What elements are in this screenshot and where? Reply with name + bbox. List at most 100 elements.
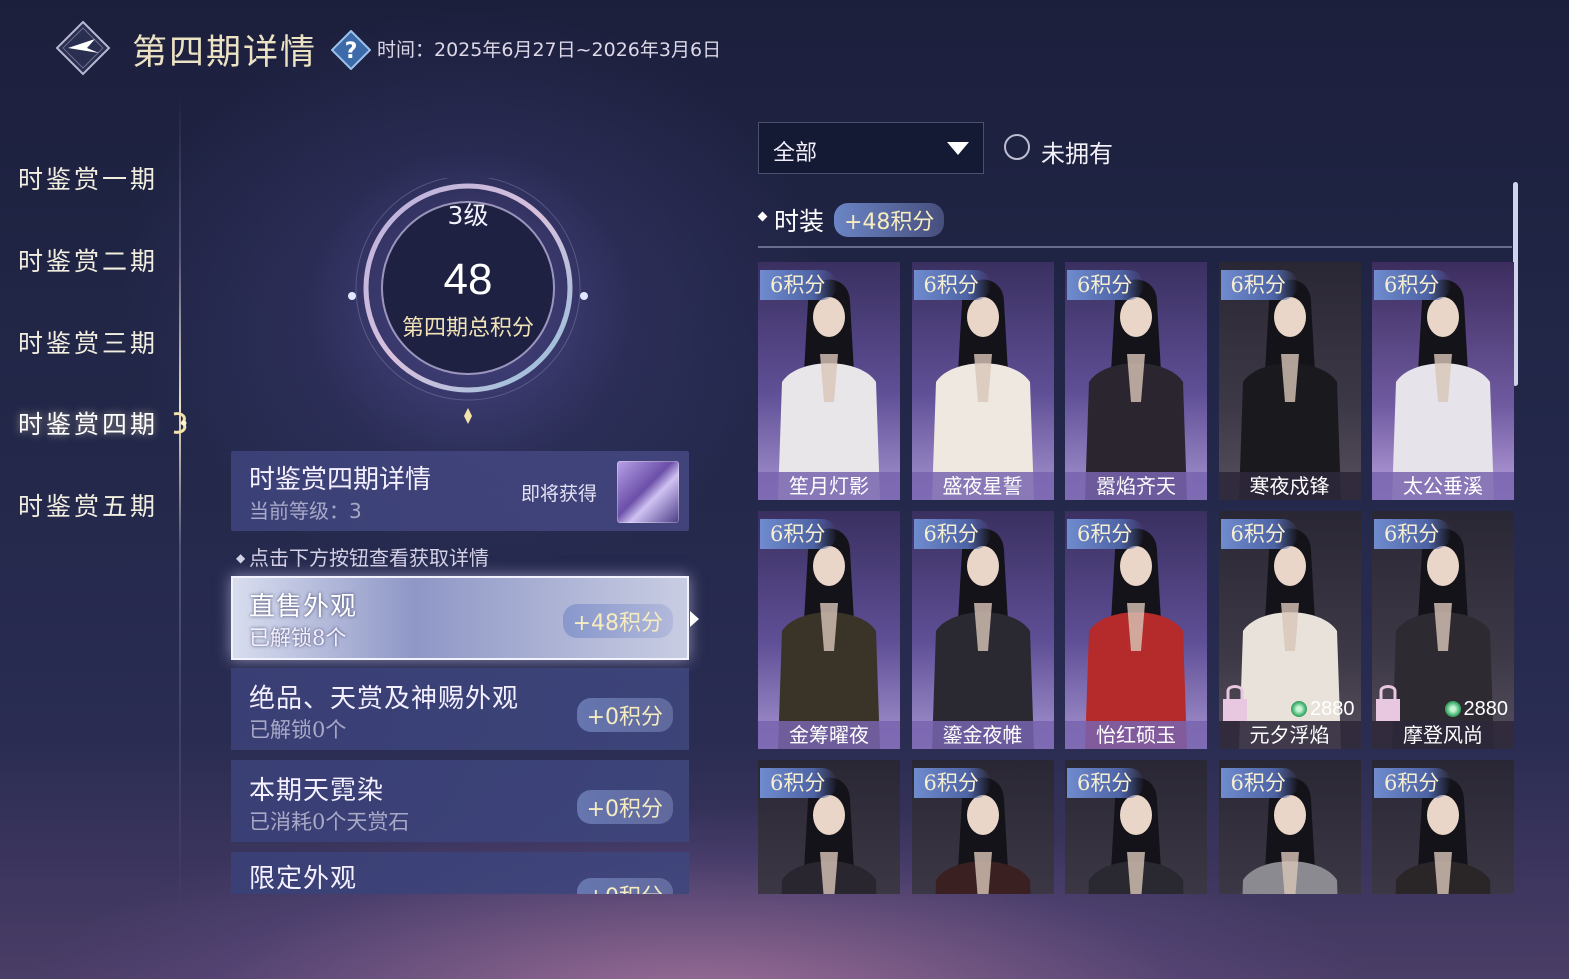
outfit-name-bar: 嚣焰齐天 (1065, 472, 1207, 500)
category-points: +0积分 (576, 878, 673, 894)
upcoming-reward-thumbnail[interactable] (617, 461, 679, 523)
section-title: 时装 (774, 207, 825, 236)
outfit-card[interactable]: 6积分 (758, 760, 900, 894)
outfit-price: 2880 (1444, 698, 1509, 721)
event-date: 时间：2025年6月27日~2026年3月6日 (377, 39, 722, 61)
outfit-name-bar: 摩登风尚 (1372, 721, 1514, 749)
svg-text:?: ? (345, 39, 358, 64)
outfit-name: 元夕浮焰 (1249, 723, 1330, 747)
outfit-card[interactable]: 6积分寒夜戍锋 (1218, 262, 1361, 500)
filter-value: 全部 (773, 141, 818, 166)
period-detail-card[interactable]: 时鉴赏四期详情 当前等级：3 即将获得 (231, 451, 689, 531)
total-score-label: 第四期总积分 (401, 316, 534, 341)
outfit-points-badge: 6积分 (760, 768, 838, 798)
current-level: 当前等级：3 (249, 499, 362, 523)
page-title: 第四期详情 (132, 33, 318, 73)
chevron-down-icon (947, 142, 969, 155)
outfit-card[interactable]: 6积分 (1218, 760, 1361, 894)
lock-icon (1376, 685, 1400, 721)
outfit-card[interactable]: 6积分嚣焰齐天 (1065, 262, 1207, 500)
outfit-points-badge: 6积分 (1067, 519, 1145, 549)
outfit-card[interactable]: 6积分鎏金夜帷 (911, 511, 1054, 749)
outfit-card[interactable]: 6积分盛夜星誓 (911, 262, 1054, 500)
outfit-name: 金筹曜夜 (789, 723, 869, 747)
section-bullet (757, 211, 768, 222)
category-title: 绝品、天赏及神赐外观 (249, 684, 520, 714)
level-text: 3级 (447, 201, 489, 230)
outfit-card[interactable]: 6积分 2880 元夕浮焰 (1218, 511, 1361, 749)
unowned-radio[interactable] (1004, 134, 1030, 160)
outfit-points-badge: 6积分 (913, 270, 991, 300)
outfit-name: 摩登风尚 (1403, 723, 1483, 747)
category-subtitle: 已解锁8个 (249, 626, 347, 650)
jade-currency-icon (1444, 701, 1461, 717)
category-points: +0积分 (576, 698, 673, 732)
outfit-points-badge: 6积分 (760, 270, 838, 300)
outfit-card[interactable]: 6积分 (911, 760, 1054, 894)
category-premium[interactable]: 绝品、天赏及神赐外观 已解锁0个 +0积分 (231, 668, 689, 750)
nav-item-period-4[interactable]: 时鉴赏四期 (18, 405, 158, 441)
total-score: 48 (443, 255, 493, 304)
category-dye[interactable]: 本期天霓染 已消耗0个天赏石 +0积分 (231, 760, 689, 842)
outfit-name: 鎏金夜帷 (942, 723, 1023, 747)
outfit-card[interactable]: 6积分金筹曜夜 (758, 511, 900, 749)
back-button[interactable] (55, 20, 111, 76)
outfit-name: 怡红硕玉 (1096, 723, 1176, 747)
outfit-name-bar: 笙月灯影 (758, 472, 900, 500)
outfit-name-bar: 寒夜戍锋 (1218, 472, 1361, 500)
outfit-grid: 6积分 笙月灯影 6积分 盛夜星誓 6积分 嚣焰齐天 6积分 寒夜戍锋 6积分 太公垂溪 6积分 金筹… (758, 262, 1516, 894)
outfit-name: 盛夜星誓 (942, 474, 1023, 498)
outfit-name: 寒夜戍锋 (1249, 474, 1330, 498)
outfit-points-badge: 6积分 (913, 768, 991, 798)
section-divider (758, 246, 1512, 248)
outfit-points-badge: 6积分 (1374, 519, 1452, 549)
nav-item-period-3[interactable]: 时鉴赏三期 (18, 324, 158, 360)
outfit-price-value: 2880 (1310, 698, 1355, 720)
outfit-price: 2880 (1291, 698, 1355, 721)
category-title: 限定外观 (249, 864, 358, 894)
outfit-name-bar: 盛夜星誓 (911, 472, 1054, 500)
category-subtitle: 已解锁0个 (249, 718, 347, 742)
outfit-points-badge: 6积分 (1374, 270, 1452, 300)
outfit-name: 笙月灯影 (789, 474, 869, 498)
jade-currency-icon (1291, 701, 1307, 717)
lock-icon (1222, 685, 1247, 721)
outfit-name-bar: 太公垂溪 (1372, 472, 1514, 500)
outfit-name-bar: 元夕浮焰 (1218, 721, 1361, 749)
outfit-card[interactable]: 6积分 2880 摩登风尚 (1372, 511, 1514, 749)
hint-text: ◆ 点击下方按钮查看获取详情 (236, 546, 490, 570)
nav-item-period-2[interactable]: 时鉴赏二期 (18, 242, 158, 278)
outfit-name: 太公垂溪 (1403, 474, 1483, 498)
category-subtitle: 已消耗0个天赏石 (249, 810, 410, 834)
outfit-points-badge: 6积分 (1374, 768, 1452, 798)
outfit-points-badge: 6积分 (1220, 768, 1298, 798)
outfit-card[interactable]: 6积分太公垂溪 (1372, 262, 1514, 500)
nav-item-period-1[interactable]: 时鉴赏一期 (18, 160, 158, 196)
selected-arrow-icon (690, 611, 699, 627)
outfit-name-bar: 鎏金夜帷 (911, 721, 1054, 749)
outfit-card[interactable]: 6积分 (1065, 760, 1207, 894)
section-points: +48积分 (834, 203, 945, 237)
outfit-name-bar: 金筹曜夜 (758, 721, 900, 749)
period-detail-title: 时鉴赏四期详情 (249, 465, 432, 495)
outfit-card[interactable]: 6积分怡红硕玉 (1065, 511, 1207, 749)
outfit-points-badge: 6积分 (1220, 519, 1298, 549)
outfit-price-value: 2880 (1463, 698, 1509, 720)
unowned-label[interactable]: 未拥有 (1041, 134, 1113, 169)
outfit-card[interactable]: 6积分笙月灯影 (758, 262, 900, 500)
outfit-points-badge: 6积分 (760, 519, 838, 549)
category-limited[interactable]: 限定外观 +0积分 (231, 852, 689, 894)
filter-dropdown[interactable]: 全部 (758, 122, 984, 174)
outfit-points-badge: 6积分 (1067, 768, 1145, 798)
category-direct-sale[interactable]: 直售外观 已解锁8个 +48积分 (231, 576, 689, 660)
active-indicator-icon (173, 412, 187, 434)
outfit-points-badge: 6积分 (1067, 270, 1145, 300)
nav-item-period-5[interactable]: 时鉴赏五期 (18, 487, 158, 523)
outfit-name-bar: 怡红硕玉 (1065, 721, 1207, 749)
help-icon[interactable]: ? (331, 30, 371, 70)
outfit-points-badge: 6积分 (913, 519, 991, 549)
nav-divider (179, 95, 181, 915)
outfit-points-badge: 6积分 (1220, 270, 1298, 300)
category-points: +0积分 (576, 790, 673, 824)
outfit-card[interactable]: 6积分 (1372, 760, 1514, 894)
